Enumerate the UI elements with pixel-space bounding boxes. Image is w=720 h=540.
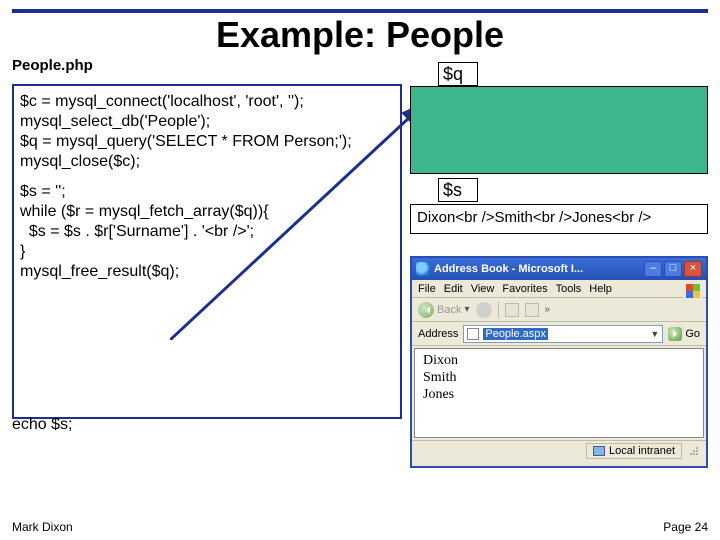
address-dropdown-icon[interactable]: ▼ xyxy=(650,329,659,339)
ie-icon xyxy=(416,262,430,276)
zone-icon xyxy=(593,446,605,456)
go-button[interactable]: Go xyxy=(668,327,700,341)
menu-favorites[interactable]: Favorites xyxy=(502,283,547,295)
s-value-box: Dixon<br />Smith<br />Jones<br /> xyxy=(410,204,708,234)
q-result-box xyxy=(410,86,708,174)
slide-title: Example: People xyxy=(0,14,720,56)
output-line: Jones xyxy=(423,387,695,404)
maximize-button[interactable]: □ xyxy=(664,261,682,277)
address-value: People.aspx xyxy=(483,328,548,340)
go-label: Go xyxy=(685,328,700,340)
footer-author: Mark Dixon xyxy=(12,520,73,534)
menu-file[interactable]: File xyxy=(418,283,436,295)
label-s: $s xyxy=(438,178,478,202)
back-arrow-icon xyxy=(418,302,434,318)
forward-button[interactable] xyxy=(476,302,492,318)
stop-icon[interactable] xyxy=(505,303,519,317)
menu-view[interactable]: View xyxy=(471,283,495,295)
top-rule xyxy=(12,9,708,13)
code-line: mysql_free_result($q); xyxy=(20,262,394,282)
code-line: while ($r = mysql_fetch_array($q)){ xyxy=(20,202,394,222)
browser-titlebar: Address Book - Microsoft I... – □ × xyxy=(412,258,706,280)
menu-edit[interactable]: Edit xyxy=(444,283,463,295)
refresh-icon[interactable] xyxy=(525,303,539,317)
chevron-down-icon: ▾ xyxy=(464,304,469,315)
go-arrow-icon xyxy=(668,327,682,341)
output-line: Smith xyxy=(423,370,695,387)
source-filename: People.php xyxy=(12,58,94,75)
code-line: $s = $s . $r['Surname'] . '<br />'; xyxy=(20,222,394,242)
code-line: mysql_select_db('People'); xyxy=(20,112,394,132)
page-icon xyxy=(467,328,479,340)
menu-tools[interactable]: Tools xyxy=(556,283,582,295)
browser-addressbar: Address People.aspx ▼ Go xyxy=(412,322,706,346)
browser-toolbar: Back ▾ » xyxy=(412,298,706,322)
menu-help[interactable]: Help xyxy=(589,283,612,295)
back-button[interactable]: Back ▾ xyxy=(418,302,470,318)
code-line-echo: echo $s; xyxy=(12,416,72,434)
zone-label: Local intranet xyxy=(609,445,675,457)
toolbar-overflow-icon[interactable]: » xyxy=(545,304,551,315)
label-q: $q xyxy=(438,62,478,86)
address-input[interactable]: People.aspx ▼ xyxy=(463,325,663,343)
code-line: } xyxy=(20,242,394,262)
browser-window: Address Book - Microsoft I... – □ × File… xyxy=(410,256,708,468)
minimize-button[interactable]: – xyxy=(644,261,662,277)
browser-menubar: File Edit View Favorites Tools Help xyxy=(412,280,706,298)
code-box: $c = mysql_connect('localhost', 'root', … xyxy=(12,84,402,419)
windows-flag-icon xyxy=(684,282,702,300)
browser-statusbar: Local intranet xyxy=(412,440,706,460)
browser-viewport: Dixon Smith Jones xyxy=(414,348,704,438)
code-line: $s = ''; xyxy=(20,182,394,202)
toolbar-separator xyxy=(498,302,499,318)
output-line: Dixon xyxy=(423,353,695,370)
back-label: Back xyxy=(437,304,461,316)
code-line: $c = mysql_connect('localhost', 'root', … xyxy=(20,92,394,112)
resize-grip-icon[interactable] xyxy=(688,445,700,457)
browser-title: Address Book - Microsoft I... xyxy=(434,263,640,275)
address-label: Address xyxy=(418,328,458,340)
footer-page: Page 24 xyxy=(663,520,708,534)
close-button[interactable]: × xyxy=(684,261,702,277)
code-line: $q = mysql_query('SELECT * FROM Person;'… xyxy=(20,132,394,152)
code-line: mysql_close($c); xyxy=(20,152,394,172)
